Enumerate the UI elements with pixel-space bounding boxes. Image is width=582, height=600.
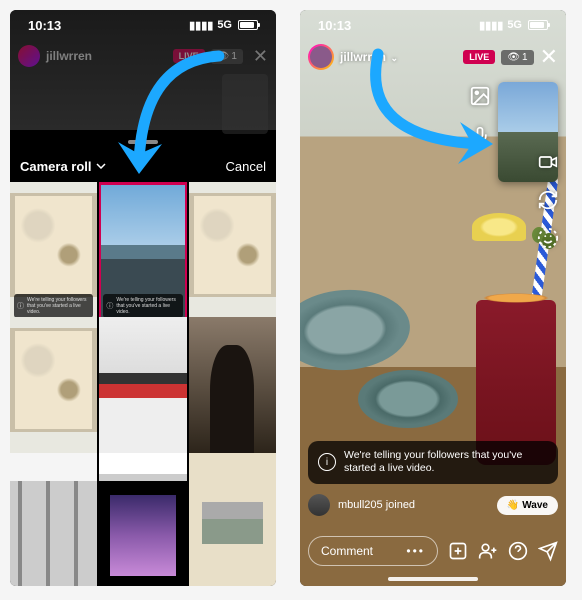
notification-text: We're telling your followers that you've… xyxy=(344,449,548,476)
screenshot-camera-roll: 10:13 ▮▮▮▮ 5G jillwrren LIVE 👁 1 ✕ Camer… xyxy=(10,10,276,586)
photo-thumb[interactable] xyxy=(99,317,186,457)
scene-drink xyxy=(466,235,560,465)
sheet-header: Camera roll Cancel xyxy=(10,150,276,182)
info-icon: i xyxy=(318,453,336,471)
live-header-dimmed: jillwrren LIVE 👁 1 ✕ xyxy=(10,42,276,70)
image-icon[interactable] xyxy=(468,84,492,108)
photo-thumb[interactable] xyxy=(189,182,276,322)
network-label: 5G xyxy=(507,19,522,31)
side-toolbar-lower xyxy=(536,150,560,250)
username-label[interactable]: jillwrren ⌄ xyxy=(340,50,457,64)
chevron-down-icon xyxy=(96,163,106,169)
questions-icon[interactable] xyxy=(508,541,528,561)
more-options-icon[interactable]: ••• xyxy=(406,544,425,558)
effects-icon[interactable] xyxy=(536,226,560,250)
home-indicator[interactable] xyxy=(388,577,478,581)
avatar[interactable] xyxy=(308,44,334,70)
status-right: ▮▮▮▮ 5G xyxy=(189,19,258,32)
viewer-count[interactable]: 👁 1 xyxy=(501,50,533,65)
close-icon[interactable]: ✕ xyxy=(253,46,268,67)
photo-thumb[interactable] xyxy=(10,453,97,586)
pip-preview-dimmed xyxy=(222,74,268,134)
mic-icon[interactable] xyxy=(468,124,492,148)
avatar xyxy=(18,45,40,67)
side-toolbar-upper xyxy=(468,84,492,148)
video-icon[interactable] xyxy=(536,150,560,174)
live-badge: LIVE xyxy=(463,50,495,64)
invite-guest-icon[interactable] xyxy=(478,541,498,561)
sheet-drag-handle[interactable] xyxy=(128,140,158,144)
network-label: 5G xyxy=(217,19,232,31)
scene-plate xyxy=(300,286,413,375)
viewer-count: 👁 1 xyxy=(211,49,243,64)
photo-thumb[interactable] xyxy=(189,453,276,586)
add-media-icon[interactable] xyxy=(448,541,468,561)
share-icon[interactable] xyxy=(538,541,558,561)
username-label: jillwrren xyxy=(46,49,167,63)
status-right: ▮▮▮▮ 5G xyxy=(479,19,548,32)
close-icon[interactable]: ✕ xyxy=(540,44,558,70)
status-bar: 10:13 ▮▮▮▮ 5G xyxy=(300,10,566,40)
comment-input[interactable]: Comment ••• xyxy=(308,536,438,566)
cancel-button[interactable]: Cancel xyxy=(226,159,266,174)
photo-thumb[interactable]: We're telling your followers that you've… xyxy=(10,182,97,322)
camera-roll-dropdown[interactable]: Camera roll xyxy=(20,159,106,174)
chevron-down-icon: ⌄ xyxy=(388,53,398,63)
camera-roll-grid: We're telling your followers that you've… xyxy=(10,182,276,586)
photo-thumb[interactable] xyxy=(99,453,186,586)
live-badge: LIVE xyxy=(173,49,205,63)
viewer-joined-row: mbull205 joined 👋Wave xyxy=(308,494,558,516)
thumb-overlay: We're telling your followers that you've… xyxy=(103,294,182,318)
signal-icon: ▮▮▮▮ xyxy=(479,19,503,32)
thumb-overlay: We're telling your followers that you've… xyxy=(14,294,93,318)
viewer-avatar[interactable] xyxy=(308,494,330,516)
battery-icon xyxy=(236,20,258,30)
flip-camera-icon[interactable] xyxy=(536,188,560,212)
photo-thumb-selected[interactable]: We're telling your followers that you've… xyxy=(99,182,186,322)
battery-icon xyxy=(526,20,548,30)
status-time: 10:13 xyxy=(318,18,351,33)
wave-emoji-icon: 👋 xyxy=(507,500,519,511)
photo-thumb[interactable] xyxy=(189,317,276,457)
screenshot-live-with-pip: 10:13 ▮▮▮▮ 5G jillwrren ⌄ LIVE 👁 1 ✕ i W… xyxy=(300,10,566,586)
live-header: jillwrren ⌄ LIVE 👁 1 ✕ xyxy=(300,44,566,70)
signal-icon: ▮▮▮▮ xyxy=(189,19,213,32)
status-time: 10:13 xyxy=(28,18,61,33)
status-bar: 10:13 ▮▮▮▮ 5G xyxy=(10,10,276,40)
scene-plate xyxy=(358,370,458,428)
comment-placeholder: Comment xyxy=(321,544,373,558)
bottom-action-row: Comment ••• xyxy=(308,536,558,566)
photo-thumb[interactable] xyxy=(10,317,97,457)
viewer-joined-text: mbull205 joined xyxy=(338,499,489,511)
notification-banner: i We're telling your followers that you'… xyxy=(308,441,558,484)
wave-button[interactable]: 👋Wave xyxy=(497,496,558,515)
